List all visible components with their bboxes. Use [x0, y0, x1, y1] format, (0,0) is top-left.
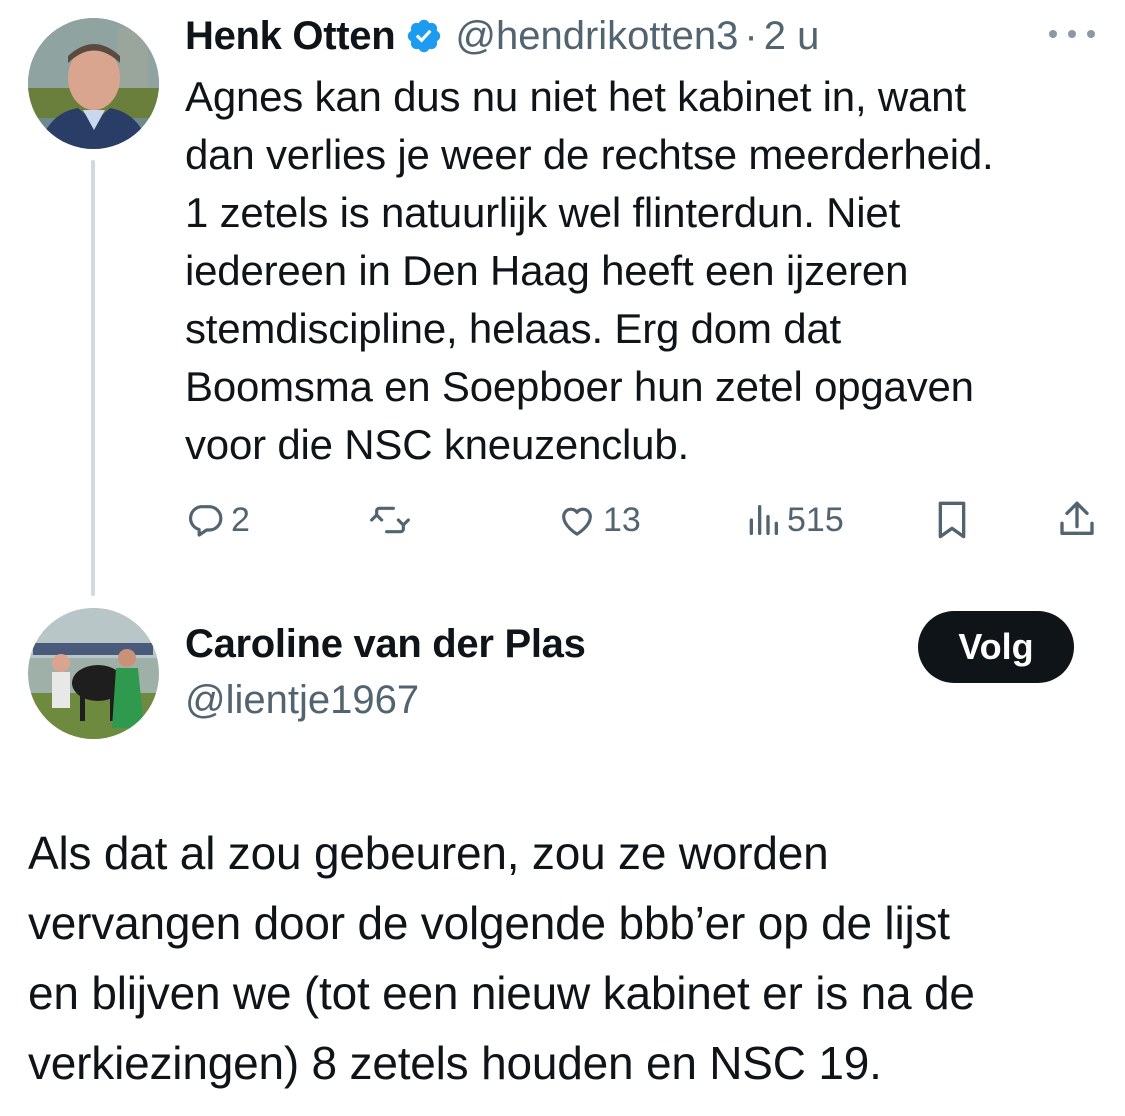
author-name[interactable]: Henk Otten — [185, 14, 396, 59]
share-button[interactable] — [1057, 492, 1097, 548]
avatar-henk-otten[interactable] — [28, 18, 159, 149]
bookmark-icon — [932, 498, 972, 542]
follow-button[interactable]: Volg — [918, 611, 1074, 683]
like-icon — [557, 500, 597, 540]
views-button[interactable]: 515 — [745, 492, 844, 548]
verified-badge-icon — [405, 17, 443, 55]
separator-dot: · — [744, 13, 758, 58]
views-icon — [745, 500, 781, 540]
tweet-actions: 2 13 515 — [185, 492, 1095, 548]
views-count: 515 — [787, 500, 844, 539]
tweet-header: Henk Otten @hendrikotten3 · 2 u — [185, 12, 819, 60]
like-count: 13 — [603, 500, 641, 539]
repost-button[interactable] — [368, 492, 418, 548]
reply-tweet-text: Als dat al zou gebeuren, zou ze worden v… — [28, 827, 975, 1089]
reply-icon — [185, 500, 225, 540]
bookmark-button[interactable] — [932, 492, 972, 548]
like-button[interactable]: 13 — [557, 492, 641, 548]
tweet-text: Agnes kan dus nu niet het kabinet in, wa… — [185, 73, 994, 468]
reply-author-handle[interactable]: @lientje1967 — [185, 678, 419, 723]
thread-connector-line — [91, 160, 95, 596]
repost-icon — [368, 500, 412, 540]
reply-author-name[interactable]: Caroline van der Plas — [185, 622, 586, 667]
reply-count: 2 — [231, 500, 250, 539]
share-icon — [1057, 498, 1097, 542]
tweet-time[interactable]: 2 u — [764, 14, 820, 59]
reply-button[interactable]: 2 — [185, 492, 250, 548]
author-handle[interactable]: @hendrikotten3 — [455, 14, 738, 59]
tweet-thread: Henk Otten @hendrikotten3 · 2 u Agnes ka… — [0, 0, 1125, 1116]
avatar-caroline-van-der-plas[interactable] — [28, 608, 159, 739]
more-icon[interactable] — [1049, 24, 1095, 44]
